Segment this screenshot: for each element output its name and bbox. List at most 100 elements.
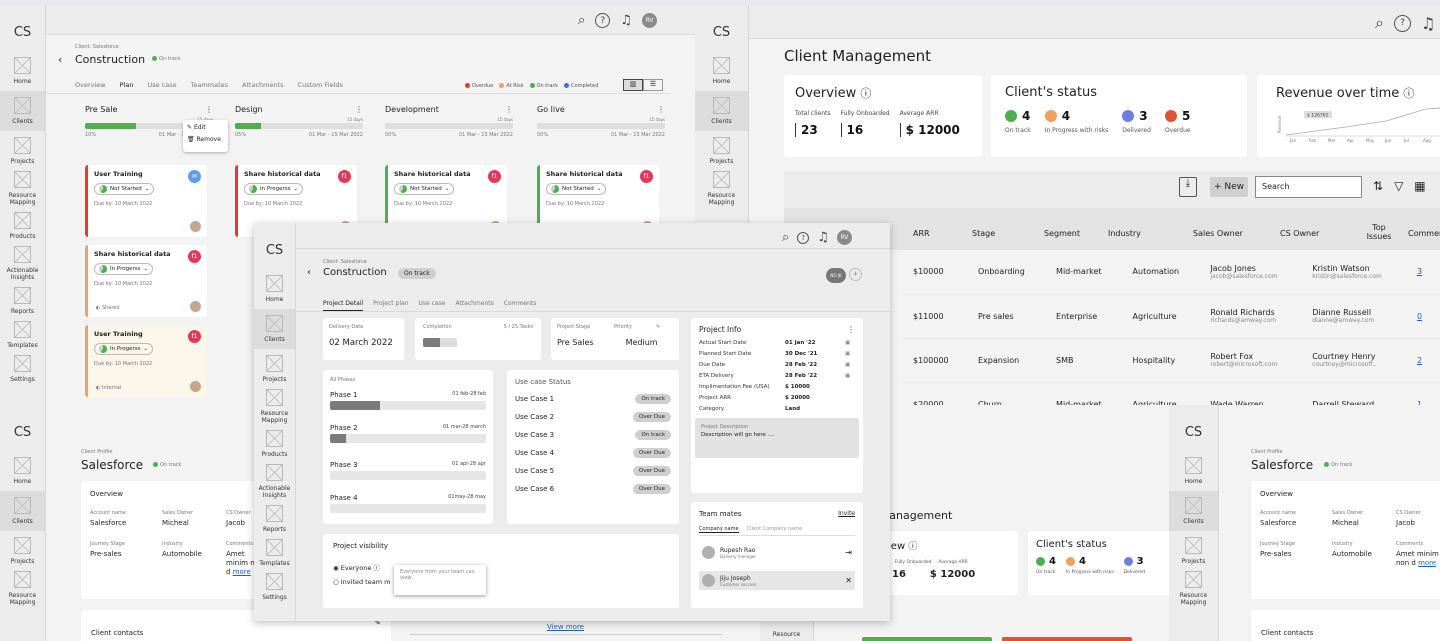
task-status[interactable]: In Progerss ⌄ bbox=[94, 263, 154, 275]
nav-item-projects[interactable]: Projects bbox=[0, 137, 45, 165]
more-icon[interactable]: ⋮ bbox=[505, 105, 513, 114]
more-link[interactable]: more bbox=[1418, 559, 1436, 567]
tab-attachments[interactable]: Attachments bbox=[455, 300, 493, 311]
search-input[interactable]: Search bbox=[1255, 176, 1362, 198]
task-card[interactable]: Share historical data f1 In Progerss ⌄ Due … bbox=[85, 245, 207, 317]
task-status[interactable]: Not Started ⌄ bbox=[394, 183, 455, 195]
task-status[interactable]: In Progerss ⌄ bbox=[94, 343, 154, 355]
table-row[interactable]: $10000 Onboarding Mid-market Automation Jaco… bbox=[903, 250, 1440, 295]
nav-item-reports[interactable]: Reports bbox=[254, 505, 295, 533]
usecase-row[interactable]: Use Case 4 Over Due bbox=[515, 448, 671, 458]
nav-item-resource-mapping[interactable]: Resource Mapping bbox=[695, 171, 748, 206]
nav-item-clients[interactable]: Clients bbox=[1169, 491, 1218, 531]
info-icon[interactable]: ⓘ bbox=[1403, 87, 1414, 100]
task-status[interactable]: Not Started ⌄ bbox=[546, 183, 607, 195]
nav-item-reports[interactable]: Reports bbox=[0, 287, 45, 315]
add-member-icon[interactable]: + bbox=[849, 268, 862, 281]
calendar-icon[interactable]: ▣ bbox=[845, 351, 850, 357]
table-row[interactable]: $20000 Churn Mid-market Agriculture Wade War… bbox=[903, 382, 1440, 405]
nav-item-resource-mapping[interactable]: Resource Mapping bbox=[1169, 571, 1218, 606]
nav-item-projects[interactable]: Projects bbox=[0, 537, 45, 565]
nav-item-products[interactable]: Products bbox=[254, 430, 295, 458]
assign-icon[interactable]: ⇥ bbox=[845, 548, 852, 557]
search-icon[interactable]: ⌕ bbox=[1375, 13, 1384, 33]
help-icon[interactable]: ? bbox=[797, 231, 810, 244]
board-view-icon[interactable]: ▥ bbox=[623, 79, 643, 91]
nav-item-products[interactable]: Products bbox=[0, 212, 45, 240]
tab-project-plan[interactable]: Project plan bbox=[373, 300, 408, 311]
bell-icon[interactable]: ♫ bbox=[1421, 14, 1435, 33]
info-icon[interactable]: ⓘ bbox=[373, 564, 380, 572]
nav-item-clients[interactable]: Clients bbox=[254, 309, 295, 349]
nav-item-home[interactable]: Home bbox=[0, 57, 45, 85]
download-button[interactable]: ⤓ bbox=[1179, 177, 1197, 197]
more-link[interactable]: more bbox=[233, 568, 251, 576]
info-icon[interactable]: ⓘ bbox=[908, 542, 917, 552]
usecase-row[interactable]: Use Case 2 Over Due bbox=[515, 412, 671, 422]
more-icon[interactable]: ⋮ bbox=[355, 105, 363, 114]
close-icon[interactable]: ✕ bbox=[845, 576, 852, 585]
nav-item-resource-mapping[interactable]: Resource Mapping bbox=[0, 171, 45, 206]
grid-icon[interactable]: ▦ bbox=[1414, 179, 1425, 193]
usecase-row[interactable]: Use Case 6 Over Due bbox=[515, 484, 671, 494]
radio-everyone[interactable]: ◉ Everyone ⓘ bbox=[333, 562, 669, 572]
help-icon[interactable]: ? bbox=[1393, 14, 1411, 32]
nav-item-projects[interactable]: Projects bbox=[1169, 537, 1218, 565]
avatar[interactable]: RV bbox=[641, 13, 657, 28]
task-card[interactable]: User Training ✉ Not Started ⌄ Due by: 10 Ma… bbox=[85, 165, 207, 237]
nav-item-settings[interactable]: Settings bbox=[254, 573, 295, 601]
more-icon[interactable]: ⋮ bbox=[847, 325, 855, 334]
nav-item-home[interactable]: Home bbox=[254, 275, 295, 303]
nav-item-home[interactable]: Home bbox=[1169, 457, 1218, 485]
issues-link[interactable]: 0 bbox=[1417, 312, 1422, 321]
nav-item-home[interactable]: Home bbox=[695, 57, 748, 85]
usecase-row[interactable]: Use Case 5 Over Due bbox=[515, 466, 671, 476]
back-icon[interactable]: ‹ bbox=[307, 267, 311, 278]
table-row[interactable]: $11000 Pre sales Enterprise Agriculture Rona… bbox=[903, 294, 1440, 339]
edit-icon[interactable]: ✎ bbox=[656, 324, 660, 330]
tab-use-case[interactable]: Use case bbox=[419, 300, 446, 311]
nav-item-resource[interactable]: Resource bbox=[760, 631, 813, 638]
nav-item-actionable-insights[interactable]: Actionable Insights bbox=[254, 464, 295, 499]
calendar-icon[interactable]: ▣ bbox=[845, 340, 850, 346]
nav-item-settings[interactable]: Settings bbox=[0, 355, 45, 383]
radio-invited[interactable]: ○ Invited team m bbox=[333, 578, 669, 586]
nav-item-resource-mapping[interactable]: Resource Mapping bbox=[254, 389, 295, 424]
avatar[interactable]: RV bbox=[836, 230, 852, 245]
search-icon[interactable]: ⌕ bbox=[578, 13, 585, 28]
nav-item-home[interactable]: Home bbox=[0, 457, 45, 485]
filter-icon[interactable]: ▽ bbox=[1394, 179, 1403, 193]
usecase-row[interactable]: Use Case 1 On track bbox=[515, 394, 671, 404]
calendar-icon[interactable]: ▣ bbox=[845, 373, 850, 379]
nav-item-resource-mapping[interactable]: Resource Mapping bbox=[0, 571, 45, 606]
menu-remove[interactable]: 🗑 Remove bbox=[187, 136, 224, 143]
team-tab-company[interactable]: Company name bbox=[699, 526, 739, 533]
new-button[interactable]: + New bbox=[1210, 177, 1248, 197]
nav-item-clients[interactable]: Clients bbox=[695, 91, 748, 131]
nav-item-projects[interactable]: Projects bbox=[695, 137, 748, 165]
back-icon[interactable]: ‹ bbox=[58, 53, 62, 66]
tab-project-detail[interactable]: Project Detail bbox=[323, 300, 364, 311]
list-view-icon[interactable]: ☰ bbox=[643, 79, 663, 91]
nav-item-projects[interactable]: Projects bbox=[254, 355, 295, 383]
usecase-row[interactable]: Use Case 3 On track bbox=[515, 430, 671, 440]
calendar-icon[interactable]: ▣ bbox=[845, 362, 850, 368]
nav-item-templates[interactable]: Templates bbox=[254, 539, 295, 567]
team-tab-client[interactable]: Client Company name bbox=[747, 526, 803, 533]
search-icon[interactable]: ⌕ bbox=[782, 230, 789, 245]
nav-item-templates[interactable]: Templates bbox=[0, 321, 45, 349]
info-icon[interactable]: ⓘ bbox=[860, 87, 871, 100]
nav-item-clients[interactable]: Clients bbox=[0, 91, 45, 131]
more-icon[interactable]: ⋮ bbox=[205, 105, 213, 114]
invite-link[interactable]: Invite bbox=[838, 510, 855, 518]
tab-comments[interactable]: Comments bbox=[504, 300, 537, 311]
table-row[interactable]: $100000 Expansion SMB Hospitality Robert Fox… bbox=[903, 338, 1440, 383]
bell-icon[interactable]: ♫ bbox=[620, 13, 632, 28]
sort-icon[interactable]: ⇅ bbox=[1373, 179, 1383, 193]
task-status[interactable]: In Progerss ⌄ bbox=[244, 183, 304, 195]
task-card[interactable]: User Training f1 In Progerss ⌄ Due by: 10 M… bbox=[85, 325, 207, 397]
nav-item-actionable-insights[interactable]: Actionable Insights bbox=[0, 246, 45, 281]
menu-edit[interactable]: ✎ Edit bbox=[187, 124, 224, 131]
more-icon[interactable]: ⋮ bbox=[657, 105, 665, 114]
nav-item-clients[interactable]: Clients bbox=[0, 491, 45, 531]
